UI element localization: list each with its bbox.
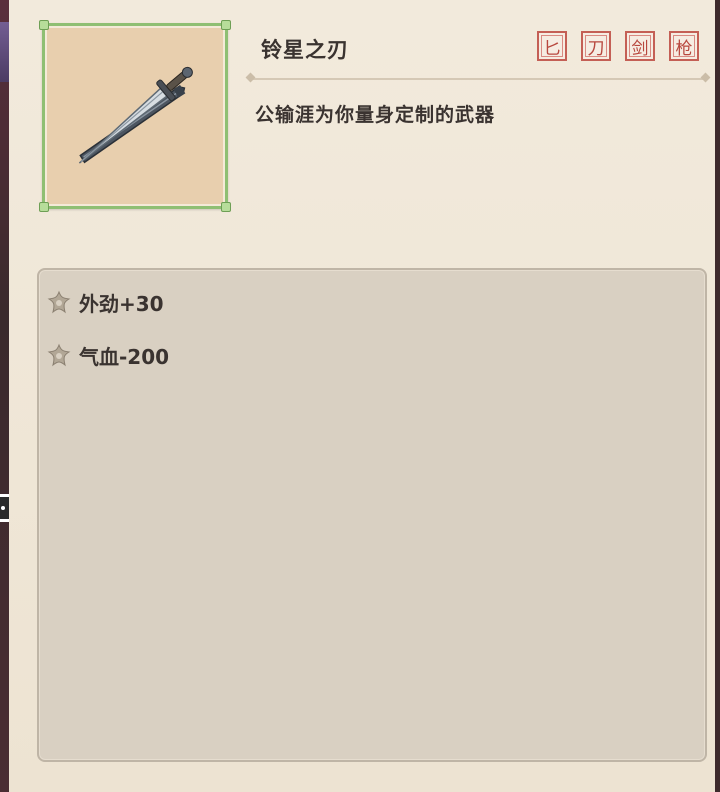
item-name: 铃星之刃 <box>261 38 349 62</box>
item-description: 公输涯为你量身定制的武器 <box>255 104 496 126</box>
tag-blade[interactable]: 刀 <box>581 31 611 61</box>
edge-accent <box>0 22 9 82</box>
sword-icon <box>78 66 193 164</box>
left-edge-strip <box>0 0 14 792</box>
weapon-type-tags: 匕 刀 剑 枪 <box>537 31 699 61</box>
tag-dagger[interactable]: 匕 <box>537 31 567 61</box>
stat-label: 外劲+30 <box>79 292 164 316</box>
tag-spear[interactable]: 枪 <box>669 31 699 61</box>
right-edge-strip <box>715 0 720 792</box>
stat-row: 外劲+30 <box>45 288 164 317</box>
item-stats-box: 外劲+30 气血-200 <box>37 268 707 762</box>
stat-label: 气血-200 <box>79 345 170 369</box>
item-detail-panel: 铃星之刃 匕 刀 剑 枪 公输涯为你量身定制的武器 外劲+30 气血-200 <box>9 0 715 792</box>
stat-row: 气血-200 <box>45 341 169 370</box>
item-icon-frame[interactable] <box>39 20 231 212</box>
star-icon <box>47 343 71 366</box>
star-icon <box>47 290 71 313</box>
tag-sword[interactable]: 剑 <box>625 31 655 61</box>
header-divider <box>249 78 707 80</box>
